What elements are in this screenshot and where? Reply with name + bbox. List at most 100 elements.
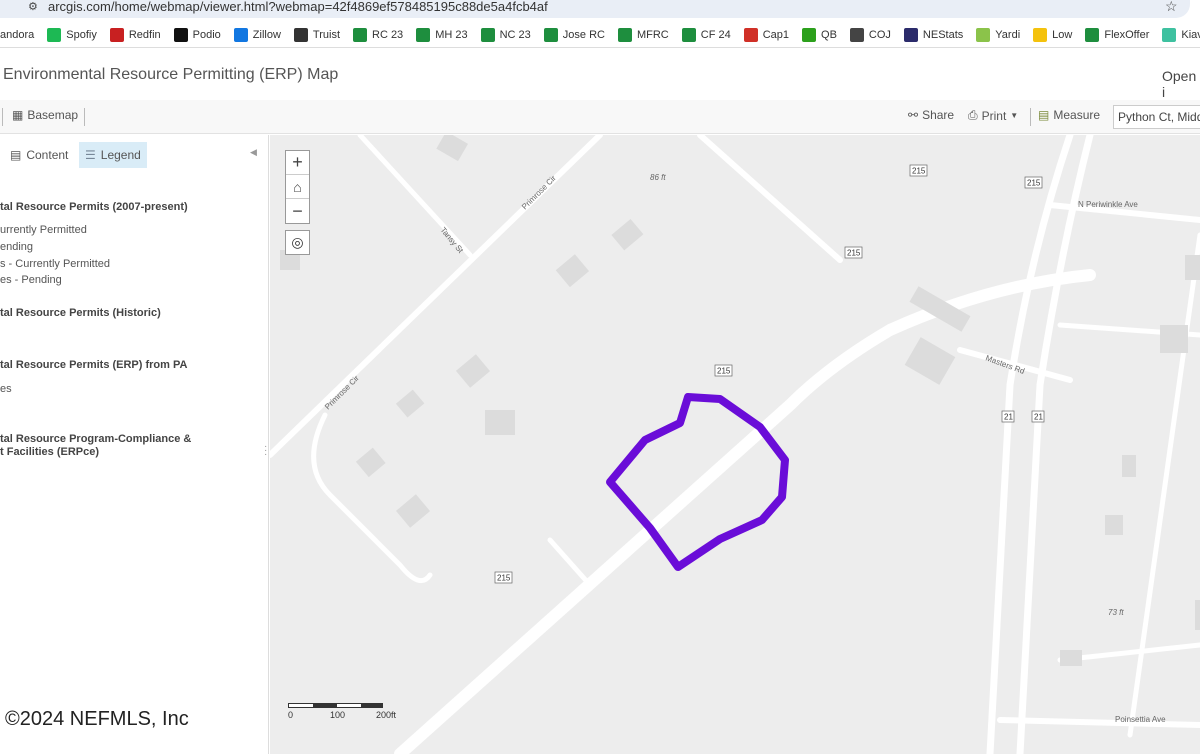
label-poinsettia: Poinsettia Ave: [1115, 715, 1166, 724]
bookmark-icon: [617, 27, 632, 42]
search-input[interactable]: Python Ct, Middl: [1113, 105, 1200, 129]
route-number: 21: [1034, 413, 1043, 422]
road-east3: [1127, 232, 1200, 738]
bookmark-item[interactable]: andora: [0, 29, 34, 41]
bookmark-item[interactable]: CF 24: [681, 27, 731, 42]
bookmark-item[interactable]: Yardi: [976, 27, 1020, 42]
sidebar: ▤ Content ☰ Legend ◀ tal Resource Permits …: [0, 135, 269, 754]
link-icon: ⚯: [908, 108, 919, 122]
content-icon: ▤: [10, 148, 22, 162]
home-button[interactable]: ⌂: [286, 175, 309, 199]
zoom-controls: + ⌂ −: [285, 150, 310, 224]
bookmark-item[interactable]: Low: [1033, 27, 1072, 42]
legend-heading: tal Resource Permits (ERP) from PA: [0, 359, 188, 371]
bookmark-icon: [353, 27, 367, 42]
legend-heading: tal Resource Permits (Historic): [0, 307, 161, 319]
route-number: 215: [847, 249, 861, 258]
crosshair-icon: ◎: [291, 234, 304, 250]
route-number: 215: [912, 167, 926, 176]
printer-icon: ⎙: [968, 108, 978, 122]
collapse-panel-icon[interactable]: ◀: [250, 147, 257, 158]
caret-down-icon: ▼: [1010, 111, 1019, 120]
bookmark-item[interactable]: NEStats: [903, 27, 963, 42]
bookmark-icon: [849, 27, 864, 42]
bookmark-icon: [173, 27, 188, 42]
bookmark-item[interactable]: Zillow: [233, 27, 281, 42]
bookmark-item[interactable]: Spofiy: [47, 27, 97, 42]
bookmark-item[interactable]: Kiavi: [1162, 27, 1200, 42]
bookmark-item[interactable]: Redfin: [109, 27, 161, 42]
route-shield: 215: [909, 164, 928, 177]
basemap-roads: Tansy St Primrose Cir Primrose Cir N Per…: [270, 135, 1200, 754]
bookmark-item[interactable]: NC 23: [480, 27, 531, 42]
road-side: [547, 537, 593, 588]
bookmark-icon: [976, 27, 991, 42]
tab-content[interactable]: ▤ Content: [4, 142, 74, 168]
route-number: 215: [1027, 179, 1041, 188]
buildings: [280, 135, 1200, 666]
route-number: 21: [1004, 413, 1013, 422]
bookmark-item[interactable]: RC 23: [353, 27, 403, 42]
route-shield: 215: [844, 246, 863, 259]
route-shield: 21: [1031, 410, 1045, 423]
bookmark-star-icon[interactable]: ☆: [1165, 0, 1178, 15]
zoom-out-button[interactable]: −: [286, 199, 309, 223]
route-shield: 215: [494, 571, 513, 584]
zoom-in-button[interactable]: +: [286, 151, 309, 175]
bookmark-icon: [681, 27, 696, 42]
bookmark-item[interactable]: COJ: [849, 27, 891, 42]
bookmark-icon: [543, 27, 558, 42]
road-215: [394, 269, 1096, 754]
page-title: Environmental Resource Permitting (ERP) …: [3, 66, 339, 83]
label-elev-86: 86 ft: [650, 173, 666, 182]
ruler-icon: ▤: [1038, 108, 1050, 122]
label-primrose-1: Primrose Cir: [520, 173, 558, 211]
map-view[interactable]: Tansy St Primrose Cir Primrose Cir N Per…: [270, 135, 1200, 754]
bookmark-icon: [1033, 27, 1048, 42]
resize-handle[interactable]: · · ·: [264, 442, 267, 460]
app-header: Environmental Resource Permitting (ERP) …: [0, 48, 1200, 100]
label-elev-73: 73 ft: [1108, 608, 1124, 617]
legend-heading: tal Resource Program-Compliance &: [0, 433, 192, 445]
bookmark-item[interactable]: Truist: [293, 27, 340, 42]
route-number: 215: [497, 574, 511, 583]
bookmark-icon: [47, 27, 62, 42]
bookmark-item[interactable]: FlexOffer: [1085, 27, 1149, 42]
label-primrose-2: Primrose Cir: [323, 373, 361, 411]
basemap-icon: ▦: [12, 108, 24, 122]
site-settings-icon[interactable]: ⚙: [28, 0, 38, 13]
legend-heading: t Facilities (ERPce): [0, 446, 100, 458]
label-periwinkle: N Periwinkle Ave: [1078, 200, 1138, 209]
bookmark-item[interactable]: Jose RC: [543, 27, 605, 42]
url-text[interactable]: arcgis.com/home/webmap/viewer.html?webma…: [48, 0, 548, 14]
legend-item: ending: [0, 241, 34, 253]
legend-item: es: [0, 383, 12, 395]
toolbar: ▦ Basemap ⚯ Share ⎙ Print ▼ ▤ Measure Python …: [0, 100, 1200, 134]
bookmark-icon: [293, 27, 308, 42]
bookmark-item[interactable]: QB: [802, 27, 837, 42]
bookmark-item[interactable]: Cap1: [743, 27, 789, 42]
open-in-button[interactable]: Open i: [1162, 68, 1200, 100]
legend-heading: tal Resource Permits (2007-present): [0, 201, 188, 213]
bookmark-icon: [109, 27, 124, 42]
road-poinsettia: [997, 717, 1200, 728]
bookmark-item[interactable]: MFRC: [617, 27, 669, 42]
bookmark-icon: [743, 27, 758, 42]
tab-legend[interactable]: ☰ Legend: [79, 142, 147, 168]
measure-button[interactable]: ▤ Measure: [1038, 108, 1100, 122]
legend-icon: ☰: [85, 148, 96, 162]
route-shield: 215: [714, 364, 733, 377]
bookmark-icon: [1085, 27, 1100, 42]
label-masters: Masters Rd: [984, 353, 1026, 375]
share-button[interactable]: ⚯ Share: [908, 108, 954, 122]
address-bar[interactable]: ⚙ arcgis.com/home/webmap/viewer.html?web…: [0, 0, 1200, 20]
legend-item: es - Pending: [0, 274, 62, 286]
label-tansy: Tansy St: [438, 226, 465, 256]
basemap-button[interactable]: ▦ Basemap: [12, 108, 78, 122]
locate-button[interactable]: ◎: [285, 230, 310, 255]
print-button[interactable]: ⎙ Print ▼: [968, 108, 1018, 123]
scale-bar: 0 100 200ft: [288, 703, 396, 720]
bookmark-icon: [1162, 27, 1177, 42]
bookmark-item[interactable]: MH 23: [416, 27, 468, 42]
bookmark-item[interactable]: Podio: [173, 27, 221, 42]
